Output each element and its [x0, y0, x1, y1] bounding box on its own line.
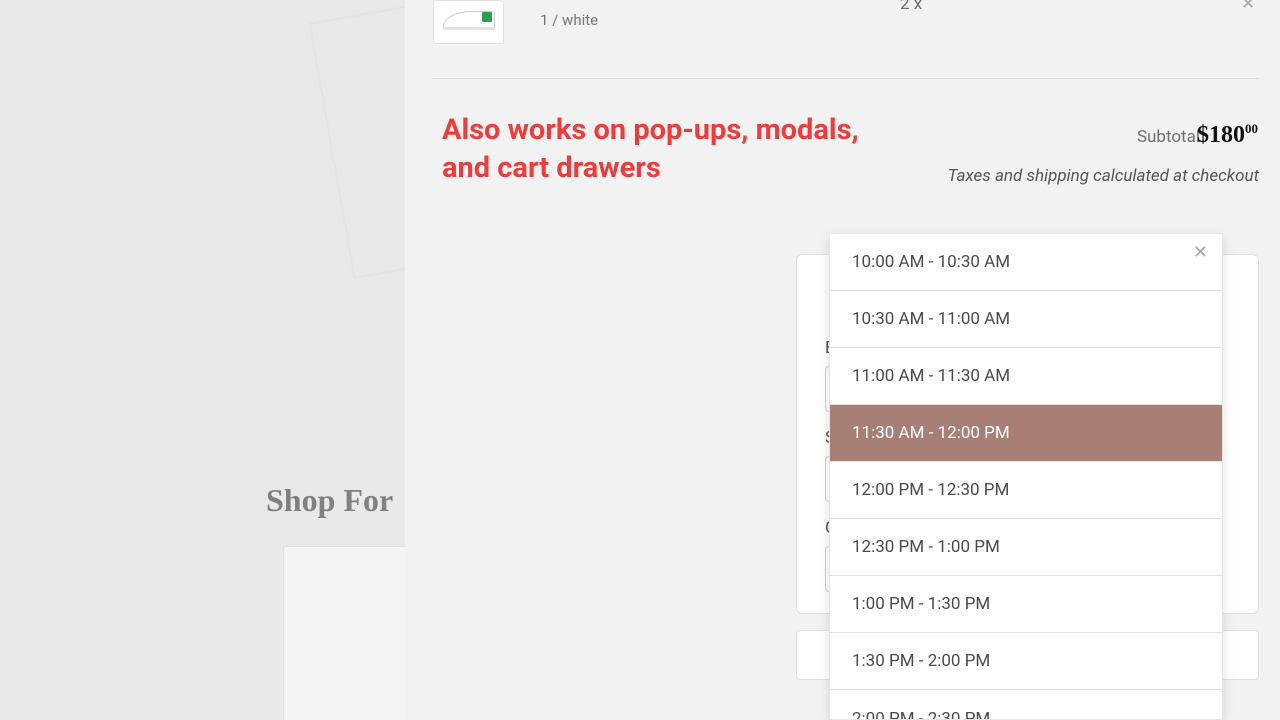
- time-slot-option[interactable]: 2:00 PM - 2:30 PM: [830, 690, 1222, 720]
- time-slot-option[interactable]: 10:00 AM - 10:30 AM: [830, 234, 1222, 291]
- time-slot-dropdown: 10:00 AM - 10:30 AM10:30 AM - 11:00 AM11…: [829, 233, 1223, 720]
- sneaker-icon: [443, 11, 495, 33]
- marketing-annotation: Also works on pop-ups, modals, and cart …: [442, 112, 859, 187]
- time-slot-option[interactable]: 12:00 PM - 12:30 PM: [830, 462, 1222, 519]
- shop-for-heading: Shop For: [266, 482, 393, 519]
- close-icon: ✕: [1241, 0, 1255, 14]
- time-slot-option[interactable]: 10:30 AM - 11:00 AM: [830, 291, 1222, 348]
- time-slot-option[interactable]: 11:30 AM - 12:00 PM: [830, 405, 1222, 462]
- time-slot-list: 10:00 AM - 10:30 AM10:30 AM - 11:00 AM11…: [830, 234, 1222, 719]
- time-slot-option[interactable]: 11:00 AM - 11:30 AM: [830, 348, 1222, 405]
- subtotal-label: Subtotal: [1137, 127, 1200, 147]
- subtotal-price: $18000: [1197, 121, 1258, 149]
- time-slot-option[interactable]: 1:00 PM - 1:30 PM: [830, 576, 1222, 633]
- price-main: $180: [1197, 122, 1245, 148]
- cart-item-thumbnail: [433, 0, 504, 44]
- time-slot-option[interactable]: 12:30 PM - 1:00 PM: [830, 519, 1222, 576]
- price-cents: 00: [1245, 121, 1258, 136]
- time-slot-close-button[interactable]: ✕: [1193, 244, 1208, 262]
- close-icon: ✕: [1193, 242, 1208, 263]
- time-slot-option[interactable]: 1:30 PM - 2:00 PM: [830, 633, 1222, 690]
- cart-item-variant: 1 / white: [540, 11, 598, 29]
- cart-item-remove-button[interactable]: ✕: [1241, 0, 1255, 14]
- divider: [432, 78, 1259, 79]
- tax-shipping-note: Taxes and shipping calculated at checkou…: [948, 166, 1259, 186]
- cart-item-qty: 2 x: [900, 0, 922, 14]
